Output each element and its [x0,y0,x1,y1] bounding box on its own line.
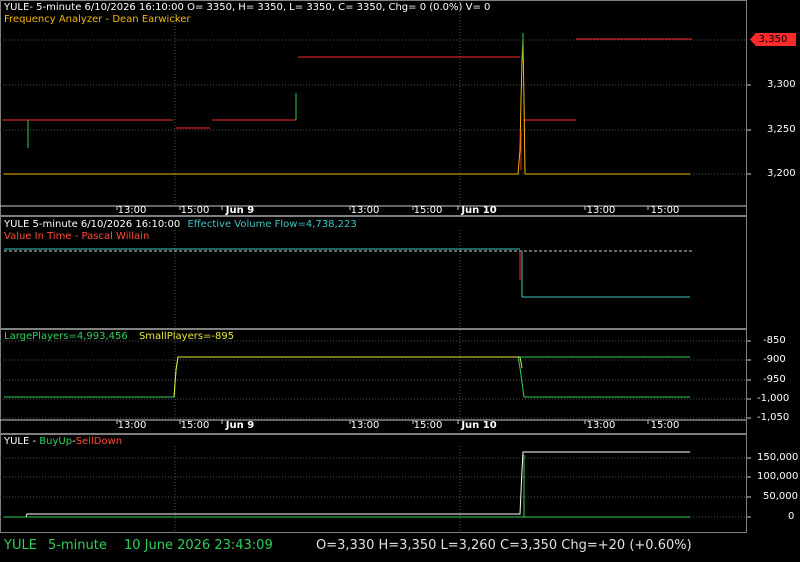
chart-canvas [0,0,751,533]
buyup-panel-header: YULE - BuyUp-SellDown [4,436,122,448]
players-axis-tick: -900 [763,354,786,365]
price-axis-tick: 3,300 [767,79,796,90]
price-panel-header: YULE- 5-minute 6/10/2026 16:10:00 O= 335… [4,2,491,13]
buyup-axis-tick: 50,000 [763,491,798,502]
time-axis-tick: 13:00 [586,205,616,216]
price-axis-tick: 3,200 [767,168,796,179]
time-axis-tick: 13:00 [350,420,380,431]
time-axis-tick: 13:00 [117,205,147,216]
status-ohlc: O=3,330 H=3,350 L=3,260 C=3,350 Chg=+20 … [316,538,692,553]
players-axis-tick: -850 [763,335,786,346]
small-players-value: SmallPlayers=-895 [138,331,235,342]
time-axis-tick: 13:00 [117,420,147,431]
price-axis-tick: 3,250 [767,124,796,135]
buyup-label: BuyUp [39,436,73,447]
buyup-axis-tick: 100,000 [757,471,799,482]
buyup-axis-tick: 150,000 [757,452,799,463]
large-players-value: LargePlayers=4,993,456 [4,331,128,342]
status-bar: YULE 5-minute 10 June 2026 23:43:09 O=3,… [0,533,800,562]
status-interval: 5-minute [48,538,107,553]
date-axis-tick: Jun 10 [461,205,497,216]
large-players-line [4,356,690,398]
frequency-analyzer-label: Frequency Analyzer - Dean Earwicker [4,14,191,25]
volume-flow-symbol: YULE 5-minute 6/10/2026 16:10:00 [4,219,181,230]
players-axis-tick: -1,000 [757,393,790,404]
time-axis-tick: 15:00 [650,420,680,431]
frequency-line [4,39,690,175]
players-axis-tick: -950 [763,374,786,385]
buyup-line [4,451,690,518]
players-axis-tick: -1,050 [757,412,790,423]
time-axis-tick: 15:00 [413,420,443,431]
small-players-line [173,356,523,398]
time-axis-tick: 13:00 [586,420,616,431]
date-axis-tick: Jun 10 [461,420,497,431]
buyup-axis-tick: 0 [788,511,795,522]
selldown-label: SellDown [75,436,123,447]
time-axis-tick: 15:00 [180,205,210,216]
time-axis-tick: 15:00 [650,205,680,216]
value-in-time-label: Value In Time - Pascal Willain [4,231,150,242]
status-symbol: YULE [4,538,37,553]
date-axis-tick: Jun 9 [225,205,255,216]
price-panel-frame [0,0,747,216]
status-datetime: 10 June 2026 23:43:09 [124,538,273,553]
players-panel-header: LargePlayers=4,993,456 SmallPlayers=-895 [4,331,234,343]
players-panel-frame [0,329,747,434]
volume-flow-panel-header: YULE 5-minute 6/10/2026 16:10:00 Effecti… [4,219,357,231]
buyup-symbol: YULE - [4,436,40,447]
buyup-panel-frame [0,434,747,533]
time-axis-tick: 15:00 [413,205,443,216]
last-price-badge: 3,350 [750,33,796,46]
time-axis-tick: 15:00 [180,420,210,431]
date-axis-tick: Jun 9 [225,420,255,431]
effective-volume-flow-value: Effective Volume Flow=4,738,223 [187,219,357,230]
time-axis-tick: 13:00 [350,205,380,216]
